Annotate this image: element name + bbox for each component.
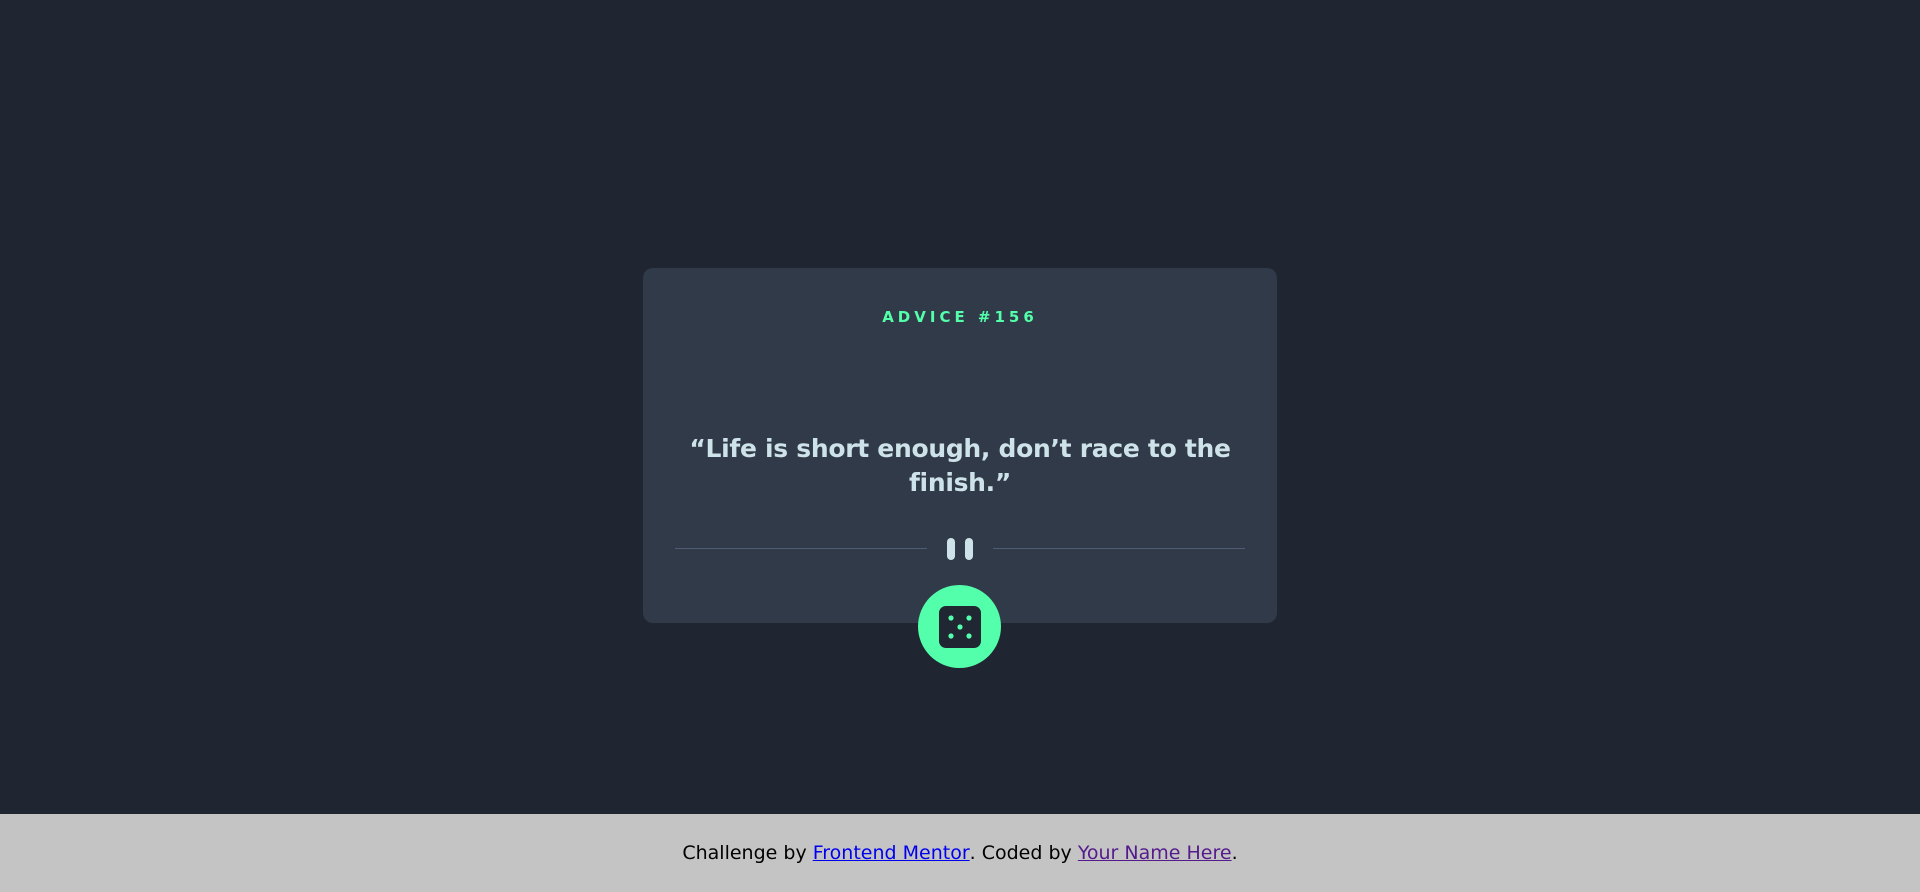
advice-id-label: ADVICE #156 [882,308,1038,326]
dice-icon [938,605,981,648]
advice-card: ADVICE #156 “Life is short enough, don’t… [643,268,1277,623]
divider-line-right [993,548,1245,549]
pause-bar-right [965,538,973,560]
attribution-suffix: . [1231,842,1238,864]
frontend-mentor-link[interactable]: Frontend Mentor [813,842,970,864]
new-advice-dice-button[interactable] [918,585,1001,668]
author-name-link[interactable]: Your Name Here [1078,842,1232,864]
attribution-footer: Challenge by Frontend Mentor. Coded by Y… [0,814,1920,892]
main-container: ADVICE #156 “Life is short enough, don’t… [0,0,1920,814]
attribution-prefix: Challenge by [682,842,813,864]
attribution-middle: . Coded by [969,842,1078,864]
pause-icon [947,538,973,560]
advice-quote: “Life is short enough, don’t race to the… [689,434,1231,497]
divider-line-left [675,548,927,549]
pause-bar-left [947,538,955,560]
pattern-divider [675,538,1245,560]
